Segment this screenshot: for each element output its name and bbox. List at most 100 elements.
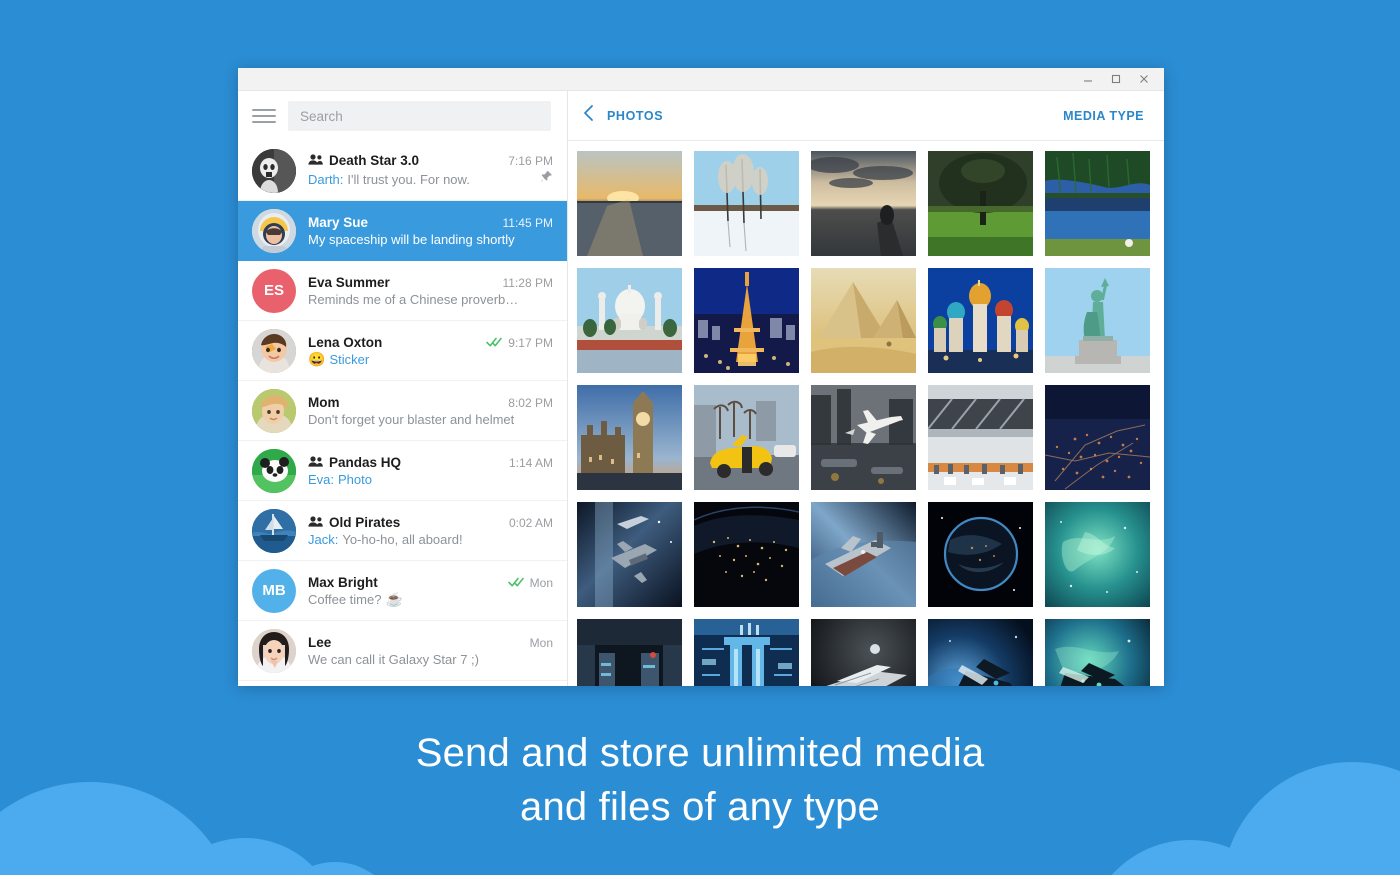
photo-thumbnail[interactable] <box>928 268 1033 373</box>
chat-time-text: 11:45 PM <box>502 215 553 230</box>
photo-grid[interactable] <box>568 141 1164 686</box>
back-button[interactable]: PHOTOS <box>582 104 663 127</box>
chat-time-text: Mon <box>529 635 553 650</box>
chat-list-item[interactable]: MB Max Bright Mon Coffee time? ☕ <box>238 561 567 621</box>
avatar: MB <box>252 568 296 613</box>
caption-line-2: and files of any type <box>520 785 880 830</box>
media-header: PHOTOS MEDIA TYPE <box>568 91 1164 141</box>
avatar <box>252 628 296 673</box>
photo-thumbnail[interactable] <box>577 268 682 373</box>
photo-thumbnail[interactable] <box>694 619 799 686</box>
photo-thumbnail[interactable] <box>694 385 799 490</box>
chat-list-item[interactable]: Lena Oxton 9:17 PM 😀 Sticker <box>238 321 567 381</box>
chat-list[interactable]: Death Star 3.0 7:16 PM Darth: I'll trust yo… <box>238 141 567 686</box>
photo-thumbnail[interactable] <box>694 268 799 373</box>
group-chat-icon <box>308 515 323 527</box>
chat-time-text: Mon <box>529 575 553 590</box>
avatar <box>252 388 296 433</box>
photo-thumbnail[interactable] <box>811 268 916 373</box>
photo-thumbnail[interactable] <box>577 385 682 490</box>
minimize-icon[interactable] <box>1074 68 1102 90</box>
chat-list-item[interactable]: Lee Mon We can call it Galaxy Star 7 ;) <box>238 621 567 681</box>
chat-timestamp: 0:02 AM <box>509 516 553 530</box>
photo-thumbnail[interactable] <box>1045 619 1150 686</box>
chat-item-content: Max Bright Mon Coffee time? ☕ <box>308 575 553 607</box>
chat-time-text: 9:17 PM <box>508 335 553 350</box>
photo-thumbnail[interactable] <box>694 502 799 607</box>
photo-thumbnail[interactable] <box>1045 385 1150 490</box>
message-sender: Darth: <box>308 171 344 187</box>
avatar <box>252 208 296 253</box>
message-preview: Sticker <box>329 351 370 367</box>
chat-item-content: Death Star 3.0 7:16 PM Darth: I'll trust yo… <box>308 153 553 188</box>
photo-thumbnail[interactable] <box>1045 268 1150 373</box>
title-bar <box>238 68 1164 91</box>
screenshot-stage: Death Star 3.0 7:16 PM Darth:I'll trust yo… <box>0 0 1400 875</box>
message-preview: Coffee time? <box>308 591 382 607</box>
chat-time-text: 0:02 AM <box>508 515 553 530</box>
media-type-button[interactable]: MEDIA TYPE <box>1063 109 1144 123</box>
avatar <box>252 448 296 493</box>
photo-thumbnail[interactable] <box>1045 502 1150 607</box>
chat-item-content: Old Pirates 0:02 AM Jack: Yo-ho-ho, all abo… <box>308 515 553 547</box>
chat-timestamp: 1:14 AM <box>509 456 553 470</box>
photo-thumbnail[interactable] <box>928 385 1033 490</box>
search-input[interactable] <box>288 101 551 131</box>
hamburger-menu-icon[interactable] <box>252 104 276 128</box>
photo-thumbnail[interactable] <box>928 502 1033 607</box>
chat-title: Max Bright <box>308 574 378 590</box>
chat-title: Lee <box>308 634 332 650</box>
search-bar <box>238 91 567 141</box>
photo-thumbnail[interactable] <box>694 151 799 256</box>
chat-list-item[interactable]: Old Pirates 0:02 AM Jack: Yo-ho-ho, all abo… <box>238 501 567 561</box>
maximize-icon[interactable] <box>1102 68 1130 90</box>
message-preview: Yo-ho-ho, all aboard! <box>342 531 463 547</box>
chat-item-content: Eva Summer 11:28 PM Reminds me of a Chines… <box>308 275 553 307</box>
chat-list-item[interactable]: Death Star 3.0 7:16 PM Darth: I'll trust yo… <box>238 141 567 201</box>
chat-item-content: Mary Sue 11:45 PM My spaceship will be lan… <box>308 215 553 247</box>
chat-timestamp: 9:17 PM <box>486 336 553 350</box>
photo-thumbnail[interactable] <box>811 502 916 607</box>
avatar: ES <box>252 268 296 313</box>
photo-thumbnail[interactable] <box>811 385 916 490</box>
photo-thumbnail[interactable] <box>811 619 916 686</box>
photo-thumbnail[interactable] <box>811 151 916 256</box>
chat-list-item[interactable]: Mary Sue 11:45 PM My spaceship will be lan… <box>238 201 567 261</box>
chat-time-text: 1:14 AM <box>508 455 553 470</box>
read-receipt-icon <box>486 336 503 350</box>
media-panel-title: PHOTOS <box>607 108 664 123</box>
chat-timestamp: Mon <box>530 636 553 650</box>
message-preview: Photo <box>338 471 372 487</box>
chat-list-item[interactable]: ES Eva Summer 11:28 PM Reminds me of a Chin… <box>238 261 567 321</box>
chat-item-content: Mom 8:02 PM Don't forget your blaster and … <box>308 395 553 427</box>
chat-timestamp: 11:45 PM <box>503 216 553 230</box>
chat-item-content: Lena Oxton 9:17 PM 😀 Sticker <box>308 335 553 367</box>
photo-thumbnail[interactable] <box>928 619 1033 686</box>
message-sender: Jack: <box>308 531 339 547</box>
chat-item-content: Lee Mon We can call it Galaxy Star 7 ;) <box>308 635 553 667</box>
close-icon[interactable] <box>1130 68 1158 90</box>
chat-time-text: 11:28 PM <box>502 275 553 290</box>
message-sender: Eva: <box>308 471 335 487</box>
chat-list-item[interactable]: Pandas HQ 1:14 AM Eva: Photo <box>238 441 567 501</box>
photo-thumbnail[interactable] <box>1045 151 1150 256</box>
chat-item-content: Pandas HQ 1:14 AM Eva: Photo <box>308 455 553 487</box>
photo-thumbnail[interactable] <box>577 502 682 607</box>
photo-thumbnail[interactable] <box>577 151 682 256</box>
photo-thumbnail[interactable] <box>577 619 682 686</box>
coffee-emoji-icon: ☕ <box>385 591 403 607</box>
chat-list-item[interactable]: Mom 8:02 PM Don't forget your blaster and … <box>238 381 567 441</box>
chat-title: Pandas HQ <box>329 454 402 470</box>
photo-thumbnail[interactable] <box>928 151 1033 256</box>
window-body: Death Star 3.0 7:16 PM Darth:I'll trust yo… <box>238 91 1164 686</box>
chat-timestamp: 8:02 PM <box>508 396 553 410</box>
message-preview: Reminds me of a Chinese proverb… <box>308 291 519 307</box>
application-window: Death Star 3.0 7:16 PM Darth:I'll trust yo… <box>238 68 1164 686</box>
pin-icon <box>540 170 553 188</box>
group-chat-icon <box>308 154 323 165</box>
message-preview: I'll trust you. For now. <box>347 171 470 187</box>
chat-title: Lena Oxton <box>308 334 383 350</box>
chat-sidebar: Death Star 3.0 7:16 PM Darth:I'll trust yo… <box>238 91 568 686</box>
message-preview: Don't forget your blaster and helmet <box>308 411 515 427</box>
chat-title: Mom <box>308 394 340 410</box>
